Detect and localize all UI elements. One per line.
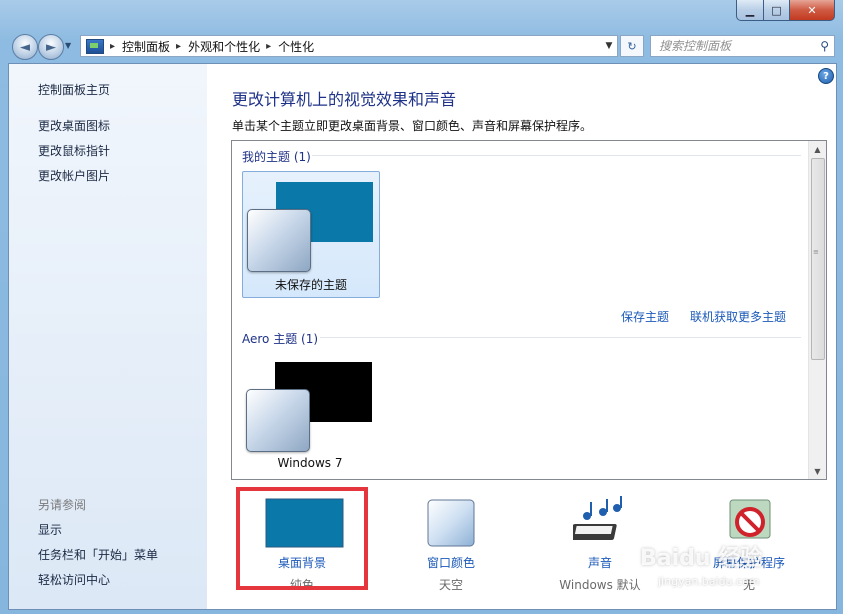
search-input[interactable]: [657, 38, 811, 54]
setting-value: Windows 默认: [559, 578, 641, 592]
get-more-themes-online-link[interactable]: 联机获取更多主题: [690, 308, 786, 325]
setting-value: 天空: [438, 578, 463, 592]
forward-button[interactable]: ►: [38, 34, 64, 60]
forward-arrow-icon: ►: [46, 39, 56, 55]
see-also-heading: 另请参阅: [38, 498, 87, 512]
my-themes-heading: 我的主题 (1): [242, 150, 311, 164]
sidebar-link-ease-of-access[interactable]: 轻松访问中心: [38, 571, 110, 588]
theme-name: Windows 7: [277, 456, 343, 470]
sidebar-link-taskbar-start-menu[interactable]: 任务栏和「开始」菜单: [38, 546, 158, 563]
control-panel-icon: [86, 38, 104, 54]
caption-buttons: ▁ □ ✕: [736, 0, 835, 21]
maximize-button[interactable]: □: [764, 0, 790, 21]
watermark-url: jingyan.baidu.com: [658, 575, 760, 588]
theme-list-scrollbar[interactable]: ▲ ≡ ▼: [808, 141, 826, 479]
setting-label: 窗口颜色: [426, 556, 475, 570]
theme-tile-windows-7[interactable]: Windows 7: [242, 352, 378, 477]
scroll-down-button[interactable]: ▼: [809, 463, 826, 479]
sidebar-link-mouse-pointers[interactable]: 更改鼠标指针: [38, 142, 110, 159]
refresh-button[interactable]: ↻: [620, 35, 644, 57]
aero-themes-heading: Aero 主题 (1): [242, 332, 319, 346]
sidebar: 控制面板主页 更改桌面图标 更改鼠标指针 更改帐户图片 另请参阅 显示 任务栏和…: [9, 64, 207, 609]
group-divider: [312, 155, 801, 156]
theme-list: 我的主题 (1) 未保存的主题 保存主题 联机获取更多主题 Aero 主题 (1…: [231, 140, 827, 480]
address-bar[interactable]: ▸ 控制面板 ▸ 外观和个性化 ▸ 个性化 ▼: [80, 35, 618, 57]
minimize-button[interactable]: ▁: [736, 0, 764, 21]
search-icon[interactable]: ⚲: [820, 39, 829, 53]
sidebar-link-control-panel-home[interactable]: 控制面板主页: [38, 81, 110, 98]
scroll-grip-icon: ≡: [813, 248, 819, 256]
sidebar-link-display[interactable]: 显示: [38, 521, 62, 538]
window-color-icon: [427, 499, 475, 547]
theme-name: 未保存的主题: [274, 278, 347, 292]
help-icon: ?: [823, 70, 829, 82]
save-theme-link[interactable]: 保存主题: [621, 308, 669, 325]
scroll-thumb[interactable]: [811, 158, 825, 360]
recent-pages-button[interactable]: ▼: [65, 41, 71, 50]
breadcrumb-personalization[interactable]: 个性化: [278, 38, 314, 55]
back-button[interactable]: ◄: [12, 34, 38, 60]
back-arrow-icon: ◄: [20, 39, 30, 55]
navigation-bar: ◄ ► ▼ ▸ 控制面板 ▸ 外观和个性化 ▸ 个性化 ▼ ↻ ⚲: [8, 32, 835, 60]
sidebar-link-account-picture[interactable]: 更改帐户图片: [38, 167, 110, 184]
theme-tile-unsaved[interactable]: 未保存的主题: [242, 171, 380, 298]
group-divider: [320, 337, 801, 338]
window-color-setting[interactable]: 窗口颜色 天空: [386, 494, 516, 594]
breadcrumb-control-panel[interactable]: 控制面板: [122, 38, 170, 55]
theme-window-preview: [247, 209, 311, 272]
page-subtitle: 单击某个主题立即更改桌面背景、窗口颜色、声音和屏幕保护程序。: [232, 119, 593, 133]
breadcrumb-appearance[interactable]: 外观和个性化: [188, 38, 260, 55]
window-frame: ▁ □ ✕ ◄ ► ▼ ▸ 控制面板 ▸ 外观和个性化 ▸ 个性化 ▼ ↻ ⚲ …: [0, 0, 843, 614]
search-box[interactable]: ⚲: [650, 35, 835, 57]
scroll-up-button[interactable]: ▲: [809, 141, 826, 157]
theme-window-preview: [246, 389, 310, 452]
help-button[interactable]: ?: [818, 68, 834, 84]
breadcrumb-separator[interactable]: ▸: [176, 41, 181, 52]
watermark-logo: Baidu 经验: [640, 546, 763, 571]
breadcrumb-separator[interactable]: ▸: [266, 41, 271, 52]
annotation-highlight-box: [236, 487, 368, 590]
client-area: 控制面板主页 更改桌面图标 更改鼠标指针 更改帐户图片 另请参阅 显示 任务栏和…: [8, 63, 837, 610]
main-content: ? 更改计算机上的视觉效果和声音 单击某个主题立即更改桌面背景、窗口颜色、声音和…: [207, 64, 836, 609]
sound-icon: [573, 496, 622, 540]
refresh-icon: ↻: [627, 39, 637, 53]
page-title: 更改计算机上的视觉效果和声音: [232, 90, 457, 109]
close-button[interactable]: ✕: [790, 0, 835, 21]
sidebar-link-desktop-icons[interactable]: 更改桌面图标: [38, 117, 110, 134]
address-dropdown-icon[interactable]: ▼: [601, 41, 617, 51]
breadcrumb-separator[interactable]: ▸: [110, 41, 115, 52]
